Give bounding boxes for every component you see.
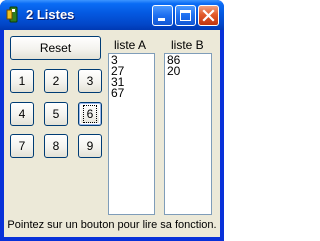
number-button-label: 1 (18, 74, 26, 88)
list-item[interactable]: 20 (167, 65, 209, 77)
number-button-label: 3 (86, 74, 94, 88)
number-button-3[interactable]: 3 (78, 69, 102, 93)
window-title: 2 Listes (26, 7, 75, 22)
number-button-label: 5 (52, 107, 60, 121)
number-button-6[interactable]: 6 (78, 102, 102, 126)
number-button-label: 4 (18, 107, 26, 121)
app-window: 2 Listes Reset 1 2 3 4 5 6 7 8 9 liste A… (0, 0, 224, 241)
close-button[interactable] (198, 5, 219, 26)
number-button-9[interactable]: 9 (78, 134, 102, 158)
number-button-5[interactable]: 5 (44, 102, 68, 126)
title-bar[interactable]: 2 Listes (0, 0, 224, 30)
number-button-1[interactable]: 1 (10, 69, 34, 93)
reset-button-label: Reset (39, 41, 72, 55)
number-button-label: 8 (52, 139, 60, 153)
status-bar-text: Pointez sur un bouton pour lire sa fonct… (7, 219, 217, 231)
app-icon[interactable] (5, 6, 22, 23)
number-button-7[interactable]: 7 (10, 134, 34, 158)
maximize-icon (180, 10, 191, 21)
number-button-label: 2 (52, 74, 60, 88)
number-button-label: 6 (82, 105, 98, 123)
minimize-button[interactable] (152, 5, 173, 26)
minimize-icon (158, 18, 165, 21)
number-button-2[interactable]: 2 (44, 69, 68, 93)
maximize-button[interactable] (175, 5, 196, 26)
number-button-label: 7 (18, 139, 26, 153)
reset-button[interactable]: Reset (10, 36, 101, 60)
number-button-4[interactable]: 4 (10, 102, 34, 126)
list-b-label: liste B (171, 38, 204, 52)
number-button-8[interactable]: 8 (44, 134, 68, 158)
client-area: Reset 1 2 3 4 5 6 7 8 9 liste A 3 27 31 … (4, 30, 220, 237)
number-button-label: 9 (86, 139, 94, 153)
close-icon (202, 9, 215, 22)
list-b[interactable]: 86 20 (164, 53, 212, 215)
list-item[interactable]: 67 (111, 87, 152, 99)
list-a[interactable]: 3 27 31 67 (108, 53, 155, 215)
list-a-label: liste A (114, 38, 147, 52)
